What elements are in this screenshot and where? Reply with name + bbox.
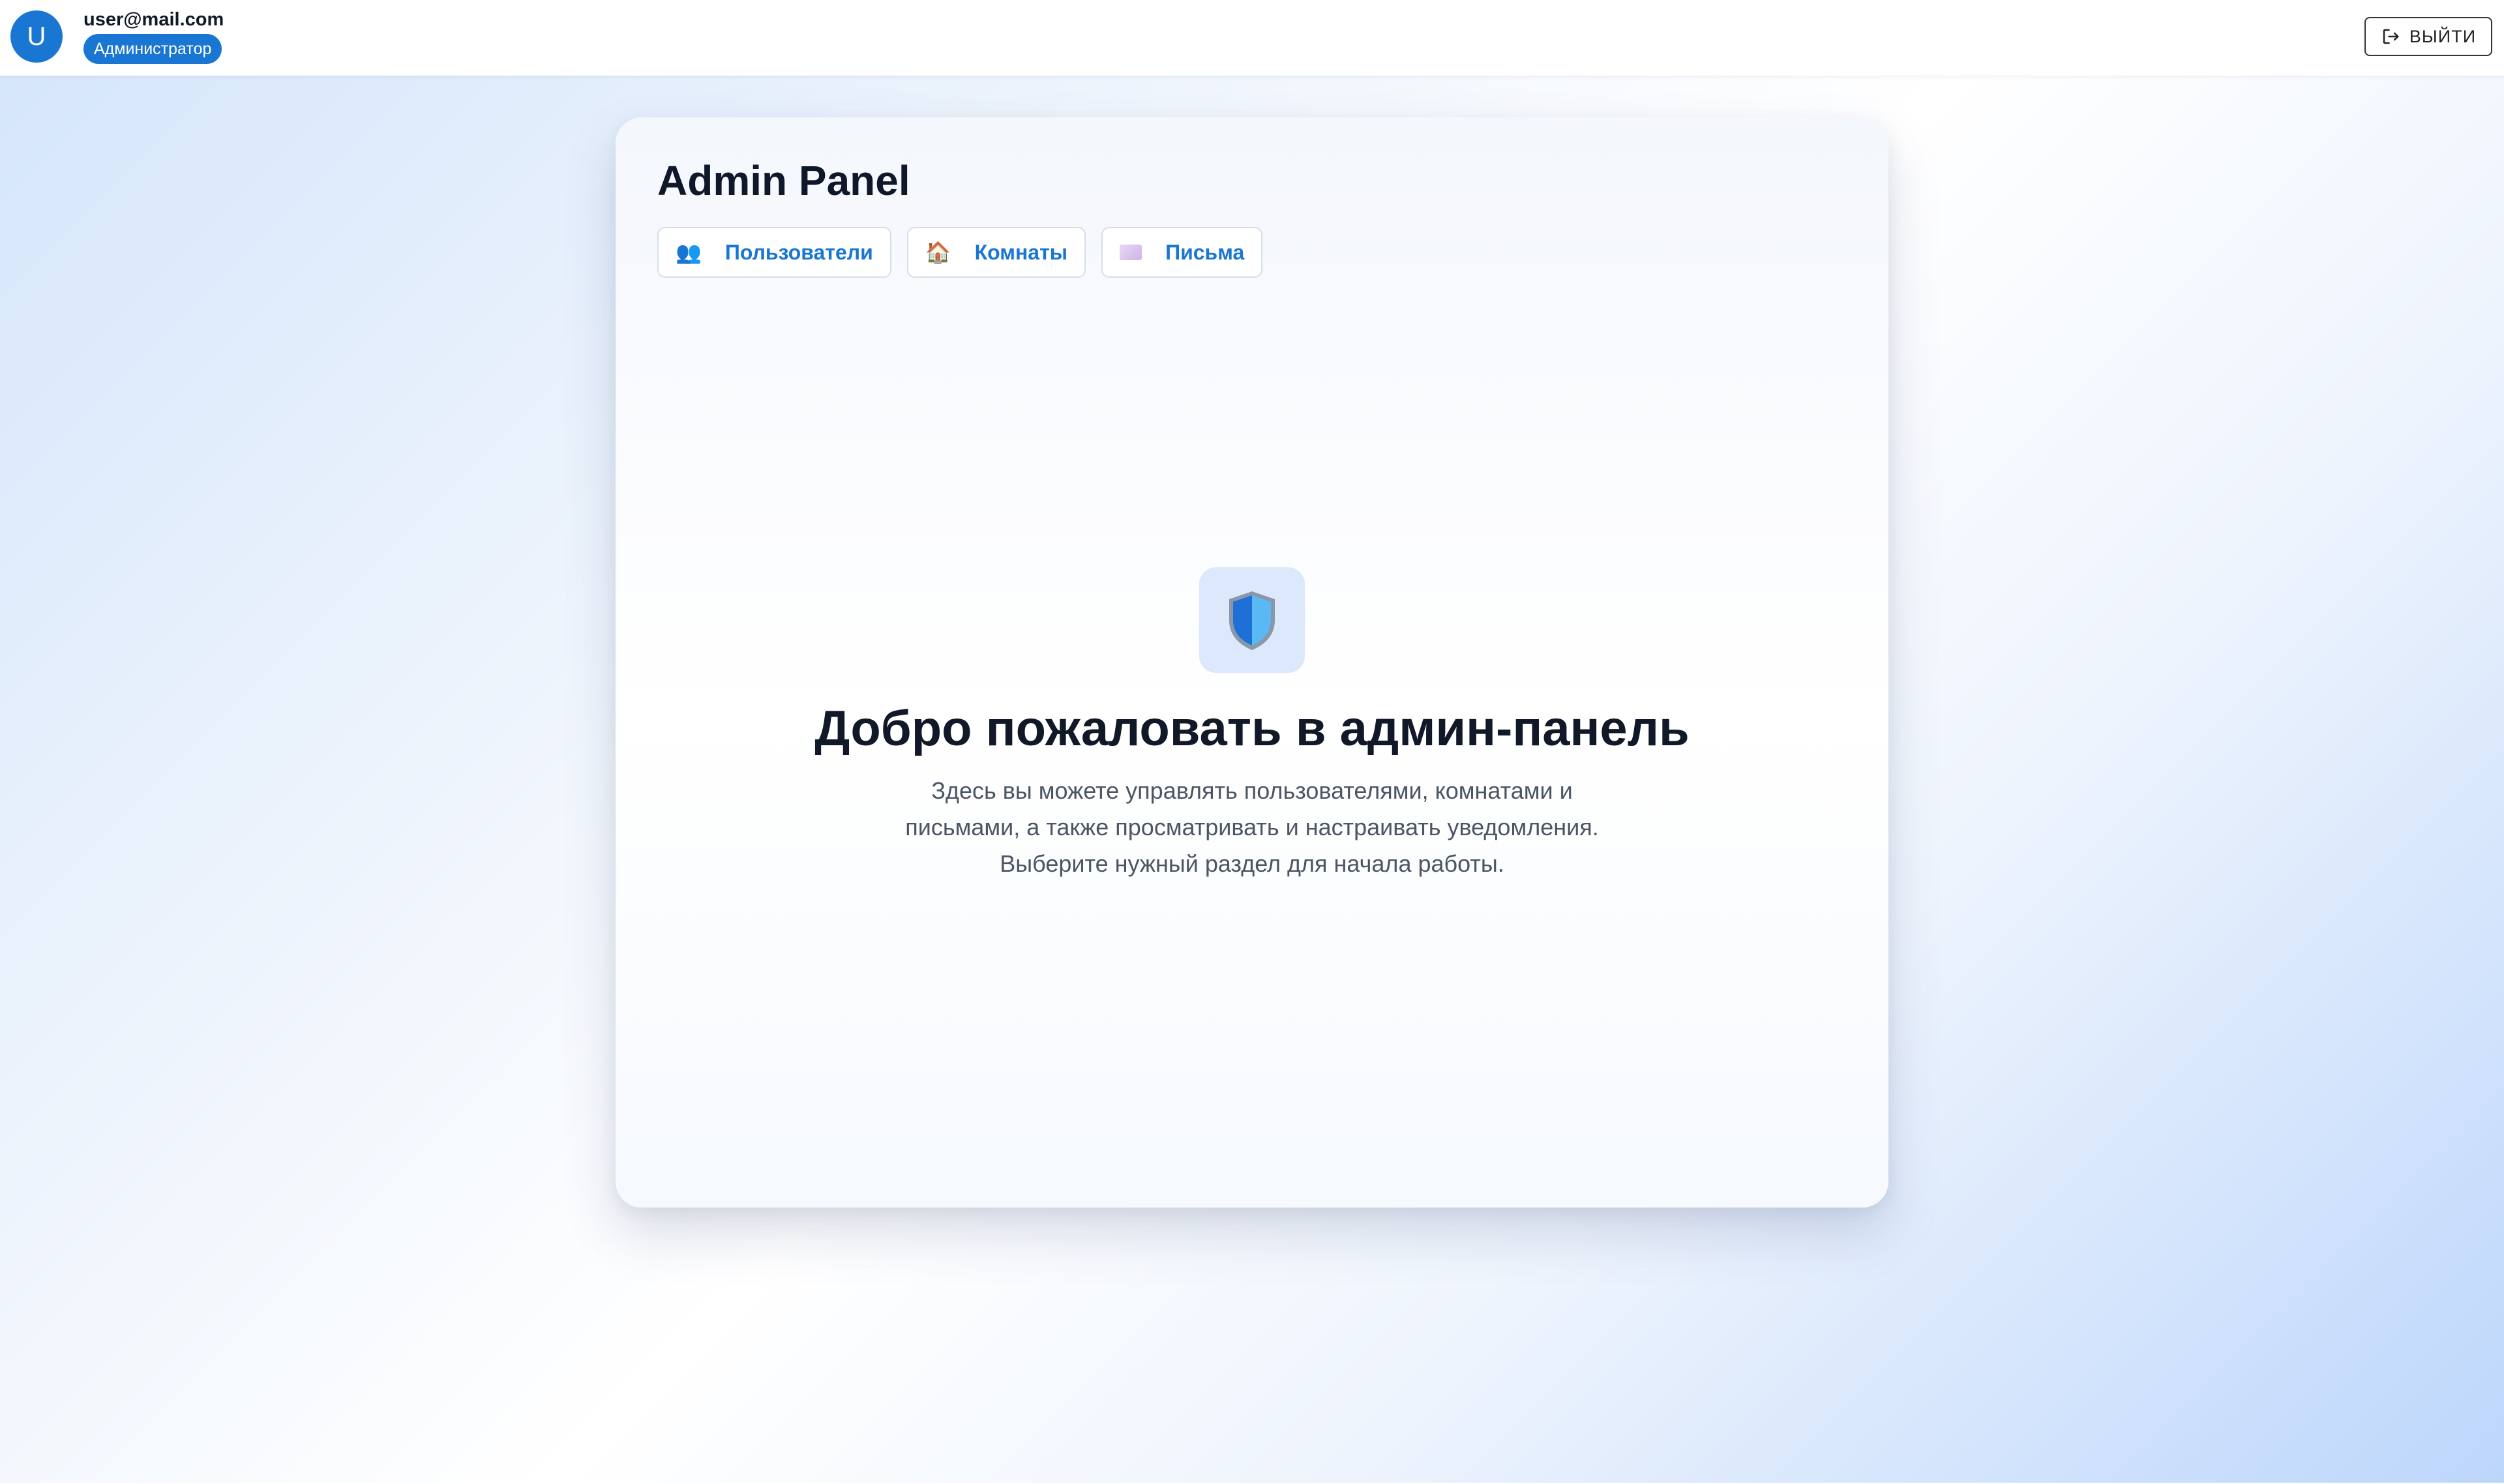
shield-icon-box bbox=[1199, 567, 1305, 673]
tab-letters[interactable]: Письма bbox=[1101, 227, 1263, 278]
user-email: user@mail.com bbox=[83, 9, 224, 30]
top-bar: U user@mail.com Администратор ВЫЙТИ bbox=[0, 0, 2504, 76]
tab-label: Комнаты bbox=[974, 240, 1068, 264]
role-badge: Администратор bbox=[83, 34, 222, 64]
logout-button[interactable]: ВЫЙТИ bbox=[2364, 17, 2492, 56]
section-tabs: 👥 Пользователи 🏠 Комнаты Письма bbox=[657, 227, 1263, 278]
page-title: Admin Panel bbox=[657, 157, 910, 204]
welcome-section: Добро пожаловать в админ-панель Здесь вы… bbox=[616, 567, 1888, 882]
welcome-title: Добро пожаловать в админ-панель bbox=[814, 701, 1690, 756]
admin-panel-card: Admin Panel 👥 Пользователи 🏠 Комнаты Пис… bbox=[616, 117, 1888, 1208]
avatar[interactable]: U bbox=[10, 10, 63, 63]
logout-icon bbox=[2383, 29, 2399, 44]
house-icon: 🏠 bbox=[925, 241, 951, 264]
users-icon: 👥 bbox=[676, 241, 702, 264]
shield-icon bbox=[1229, 591, 1275, 650]
welcome-text: Здесь вы можете управлять пользователями… bbox=[905, 777, 1599, 877]
tab-label: Пользователи bbox=[724, 240, 873, 264]
logout-label: ВЫЙТИ bbox=[2409, 26, 2477, 46]
tab-rooms[interactable]: 🏠 Комнаты bbox=[906, 227, 1086, 278]
envelope-icon bbox=[1120, 245, 1142, 260]
tab-users[interactable]: 👥 Пользователи bbox=[657, 227, 891, 278]
tab-label: Письма bbox=[1165, 240, 1245, 264]
